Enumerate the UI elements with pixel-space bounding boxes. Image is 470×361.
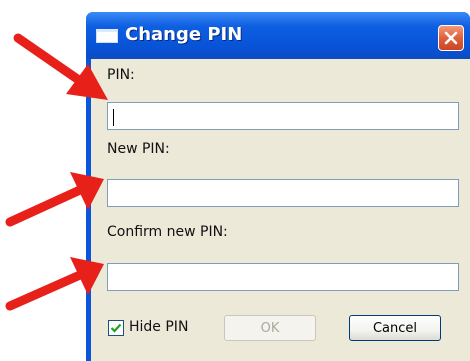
confirm-pin-label: Confirm new PIN: [107,224,228,240]
close-icon [444,31,458,45]
change-pin-dialog: Change PIN PIN: New PIN: Confirm new PIN… [86,12,470,361]
window-icon [96,29,118,43]
close-button[interactable] [438,25,464,51]
pin-input[interactable] [107,102,459,130]
confirm-pin-input[interactable] [107,263,459,291]
checkmark-icon [110,323,122,333]
title-bar[interactable]: Change PIN [86,12,470,59]
ok-button[interactable]: OK [224,315,316,341]
hide-pin-checkbox[interactable] [108,320,124,336]
pin-label: PIN: [107,67,135,83]
new-pin-input[interactable] [107,179,459,207]
dialog-title: Change PIN [125,24,243,45]
text-cursor [113,109,114,126]
new-pin-label: New PIN: [107,141,170,157]
cancel-button[interactable]: Cancel [349,315,441,341]
dialog-body: PIN: New PIN: Confirm new PIN: Hide PIN … [91,59,470,361]
hide-pin-label[interactable]: Hide PIN [129,319,188,335]
